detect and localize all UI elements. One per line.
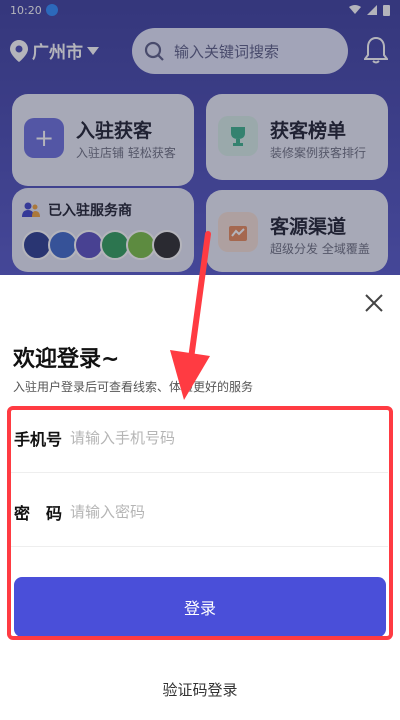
phone-field: 手机号 bbox=[10, 403, 388, 473]
login-sheet: 欢迎登录~ 入驻用户登录后可查看线索、体验更好的服务 手机号 密 码 登录 验证… bbox=[0, 275, 400, 720]
login-button[interactable]: 登录 bbox=[14, 577, 386, 637]
welcome-title: 欢迎登录~ bbox=[13, 347, 120, 372]
code-login-link[interactable]: 验证码登录 bbox=[0, 679, 400, 700]
close-icon[interactable] bbox=[362, 291, 386, 315]
password-label: 密 码 bbox=[14, 503, 63, 523]
phone-input[interactable] bbox=[70, 428, 350, 447]
password-input[interactable] bbox=[70, 502, 350, 521]
welcome-subtitle: 入驻用户登录后可查看线索、体验更好的服务 bbox=[13, 380, 254, 394]
phone-label: 手机号 bbox=[14, 429, 63, 449]
password-field: 密 码 bbox=[10, 477, 388, 547]
modal-overlay[interactable] bbox=[0, 0, 400, 275]
